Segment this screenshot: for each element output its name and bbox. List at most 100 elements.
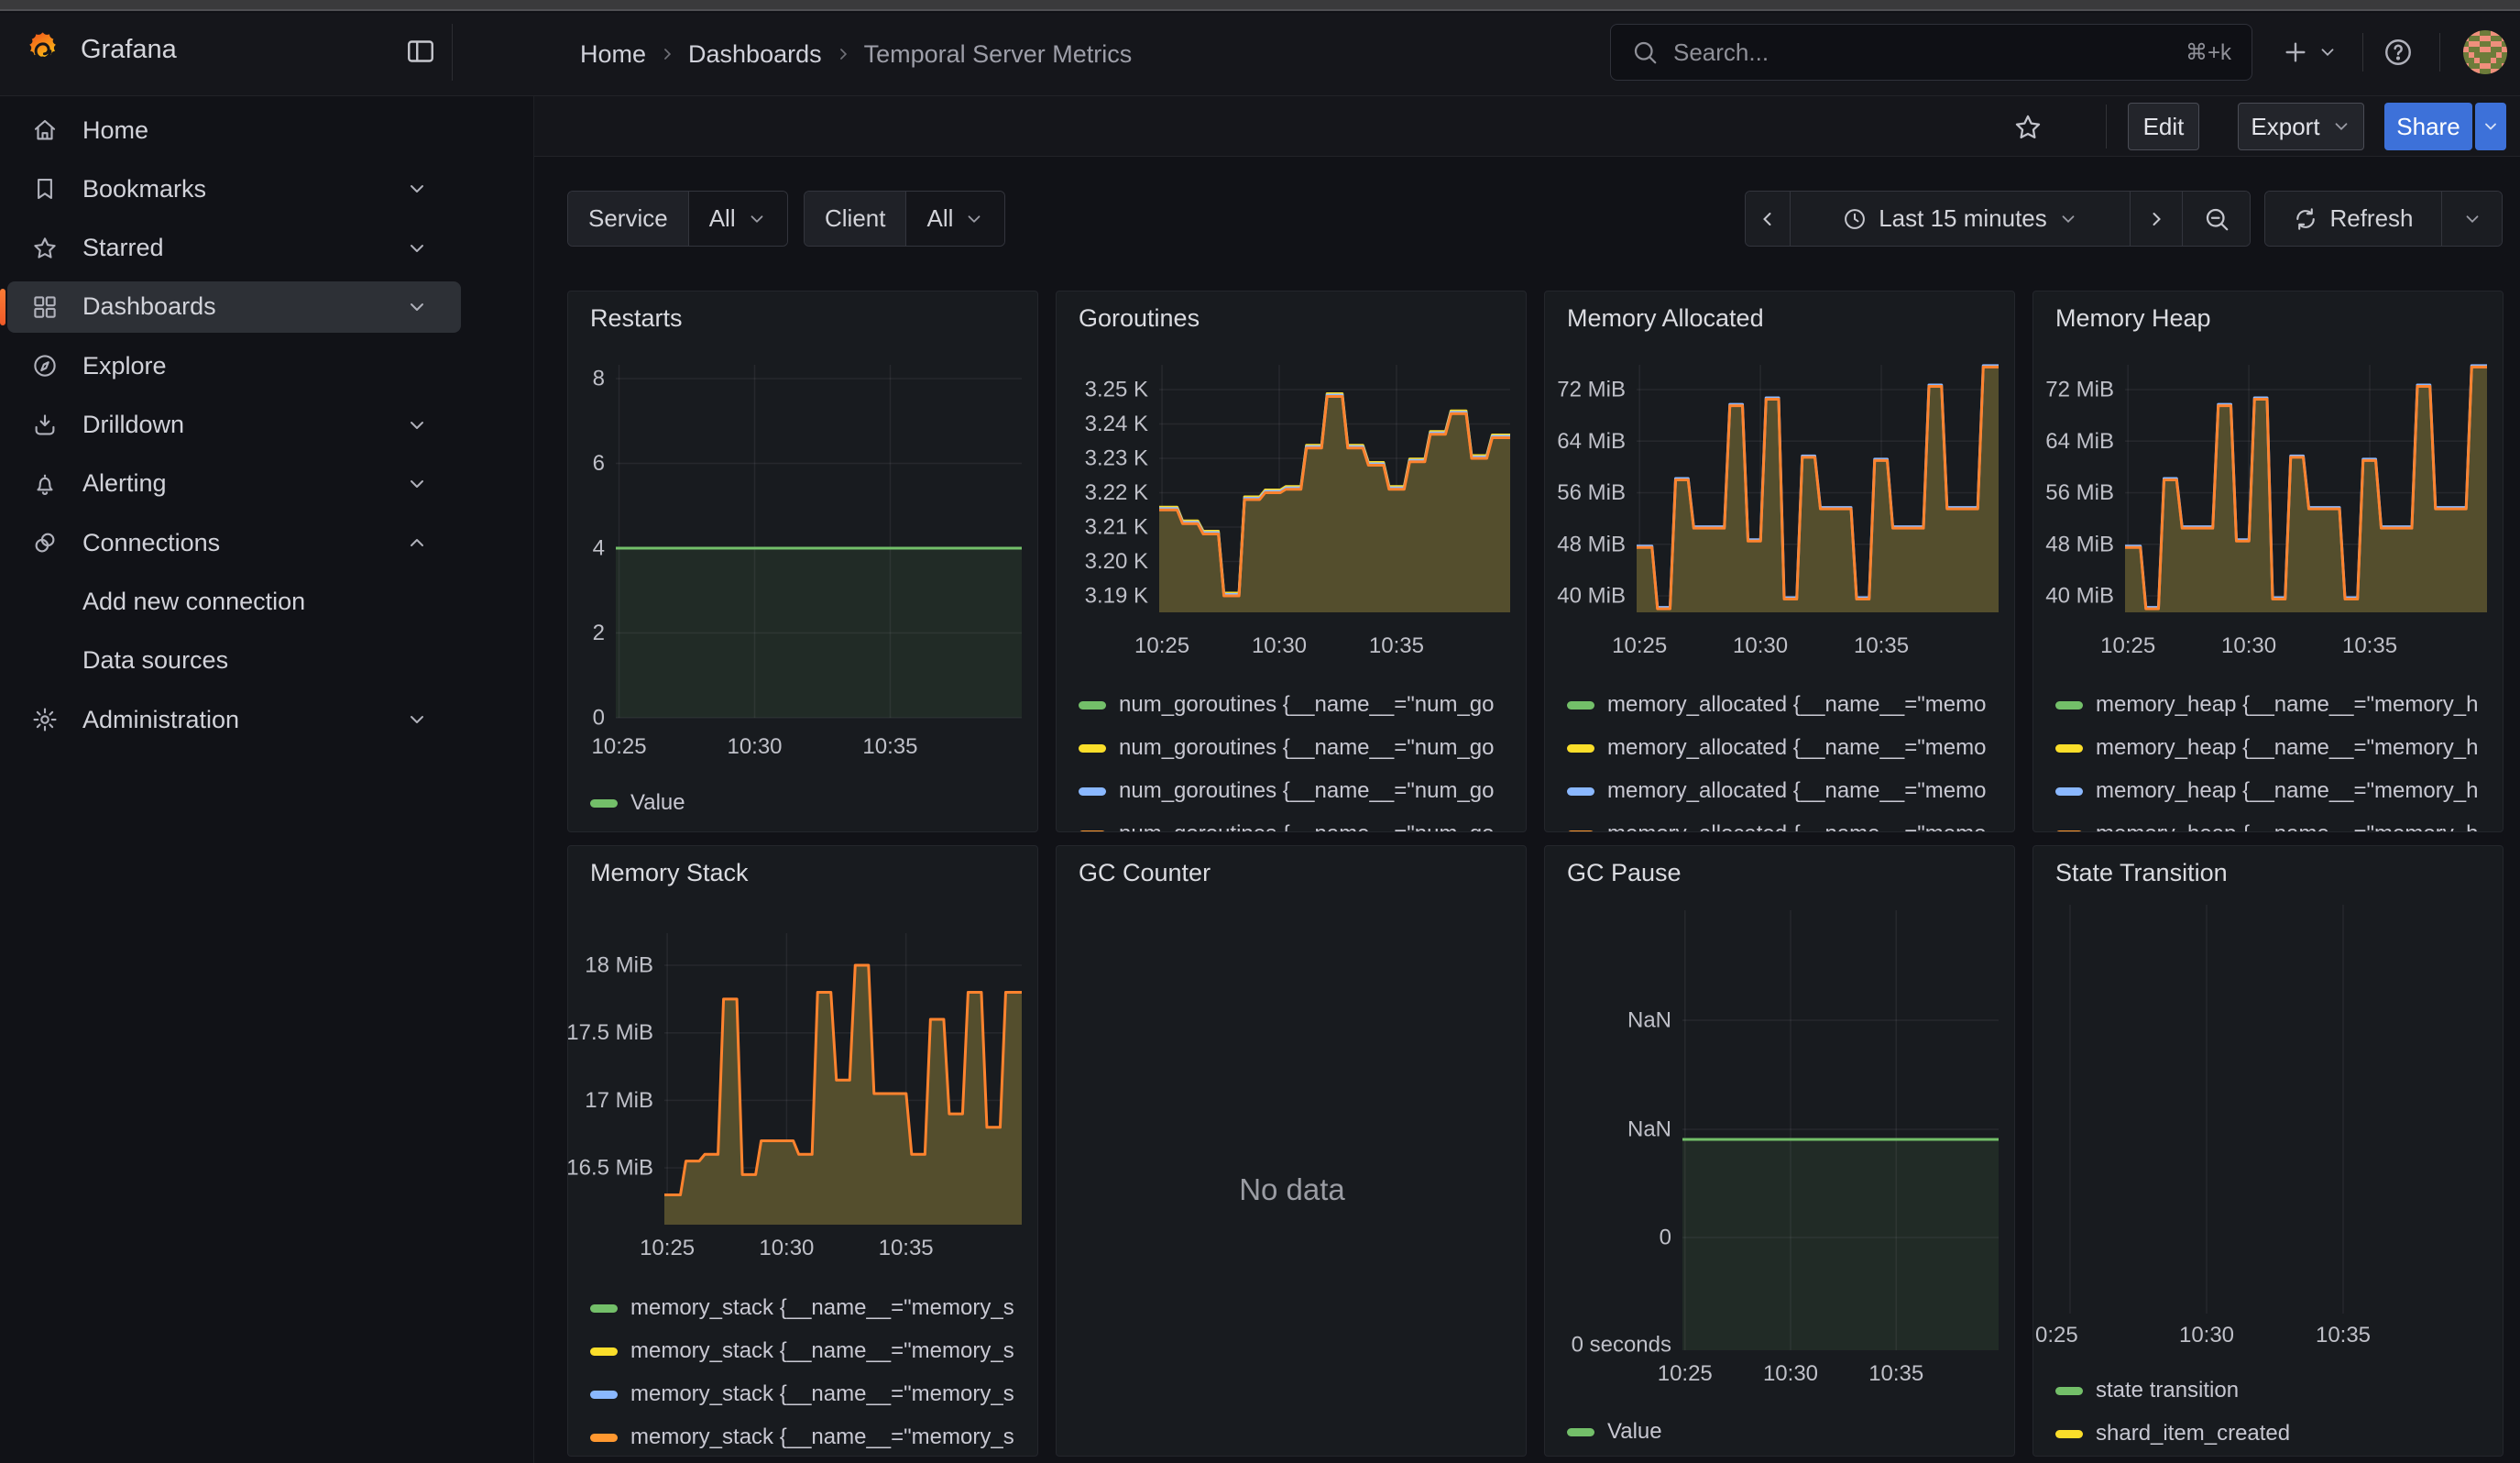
share-button[interactable]: Share [2384,103,2472,150]
sidebar-item-bookmarks[interactable]: Bookmarks [7,163,461,214]
share-button-label: Share [2396,113,2460,141]
chevron-down-icon [747,209,767,229]
panel-chart[interactable]: 18 MiB17.5 MiB17 MiB16.5 MiB10:2510:3010… [568,846,1038,1457]
legend-item[interactable]: memory_heap {__name__="memory_h [2055,778,2495,804]
sidebar-item-dashboards[interactable]: Dashboards [7,281,461,333]
legend-color [2055,787,2083,796]
sidebar-item-data-sources[interactable]: Data sources [7,635,461,687]
sidebar: Home Bookmarks Starred Dashboards Explore Dri… [0,96,534,1463]
time-forward-button[interactable] [2130,192,2182,246]
legend-item[interactable]: num_goroutines {__name__="num_go [1079,821,1518,832]
drilldown-icon [31,412,59,439]
legend-color [590,799,618,808]
y-axis-tick-label: 3.25 K [1085,378,1148,402]
avatar[interactable] [2463,30,2507,74]
sidebar-item-explore[interactable]: Explore [7,340,461,391]
legend-item[interactable]: memory_stack {__name__="memory_s [590,1338,1030,1364]
legend-color [1567,1428,1594,1436]
legend-label: num_goroutines {__name__="num_go [1119,778,1495,804]
export-button[interactable]: Export [2238,103,2364,150]
grafana-logo[interactable] [24,30,62,69]
legend-item[interactable]: memory_allocated {__name__="memo [1567,692,2007,718]
legend-label: memory_stack {__name__="memory_s [630,1295,1014,1321]
legend-color [1079,701,1106,710]
share-menu-button[interactable] [2475,103,2506,150]
zoom-out-button[interactable] [2182,192,2250,246]
refresh-button[interactable]: Refresh [2265,192,2441,246]
sidebar-collapse-icon[interactable] [401,32,440,71]
time-back-button[interactable] [1746,192,1790,246]
panel-title[interactable]: GC Counter [1079,859,1211,887]
chevron-down-icon [406,709,428,731]
panel-chart[interactable]: 0:2510:3010:35 [2033,846,2504,1457]
y-axis-tick-label: 0 [1660,1226,1671,1250]
sidebar-item-administration[interactable]: Administration [7,694,461,745]
breadcrumb-item[interactable]: Home [580,40,646,69]
panel-restarts: Restarts8642010:2510:3010:35Value [567,291,1038,832]
legend-item[interactable]: num_goroutines {__name__="num_go [1079,778,1518,804]
x-axis-tick-label: 10:30 [727,734,782,759]
refresh-interval-button[interactable] [2441,192,2502,246]
y-axis-tick-label: 18 MiB [585,953,653,978]
legend-item[interactable]: memory_allocated {__name__="memo [1567,821,2007,832]
y-axis-tick-label: 64 MiB [1557,429,1626,454]
legend-color [2055,701,2083,710]
legend-item[interactable]: memory_heap {__name__="memory_h [2055,735,2495,761]
x-axis-tick-label: 10:35 [2342,633,2397,658]
legend-item[interactable]: memory_heap {__name__="memory_h [2055,821,2495,832]
legend-item[interactable]: num_goroutines {__name__="num_go [1079,735,1518,761]
grid-icon [31,293,59,321]
filter-value: All [926,204,953,233]
legend-item[interactable]: memory_allocated {__name__="memo [1567,735,2007,761]
edit-button[interactable]: Edit [2128,103,2199,150]
time-range-picker[interactable]: Last 15 minutes [1790,192,2130,246]
legend-item[interactable]: memory_allocated {__name__="memo [1567,778,2007,804]
legend-item[interactable]: num_goroutines {__name__="num_go [1079,692,1518,718]
sidebar-item-label: Connections [82,529,220,557]
filter-value-dropdown[interactable]: All [688,192,787,246]
legend-item[interactable]: state transition [2055,1378,2495,1403]
add-button[interactable] [2281,29,2338,75]
legend-item[interactable]: Value [1567,1419,2007,1445]
sidebar-item-add-new-connection[interactable]: Add new connection [7,576,461,627]
legend-item[interactable]: memory_stack {__name__="memory_s [590,1424,1030,1450]
filter-value-dropdown[interactable]: All [905,192,1004,246]
sidebar-item-home[interactable]: Home [7,104,461,156]
filter-label: Client [805,192,905,246]
panel-chart[interactable]: NaNNaN00 seconds10:2510:3010:35 [1545,846,2015,1457]
star-icon [31,235,59,262]
y-axis-tick-label: 40 MiB [2045,584,2114,609]
sidebar-item-label: Data sources [82,646,228,675]
sidebar-item-alerting[interactable]: Alerting [7,458,461,510]
legend-item[interactable]: memory_heap {__name__="memory_h [2055,692,2495,718]
y-axis-tick-label: 0 [593,706,605,731]
panel-chart[interactable]: 8642010:2510:3010:35 [568,292,1038,832]
chevron-down-icon [406,414,428,436]
legend-color [590,1434,618,1442]
sidebar-item-connections[interactable]: Connections [7,517,461,568]
brand-title: Grafana [81,35,177,65]
bookmark-icon [31,175,59,203]
sidebar-item-drilldown[interactable]: Drilldown [7,400,461,451]
legend-label: memory_allocated {__name__="memo [1607,692,1986,718]
sidebar-item-starred[interactable]: Starred [7,223,461,274]
header-separator [2362,33,2363,72]
legend-item[interactable]: Value [590,790,1030,816]
search-input[interactable]: Search... ⌘+k [1610,24,2252,81]
x-axis-tick-label: 10:25 [592,734,647,759]
compass-icon [31,352,59,380]
breadcrumb-separator-icon [658,45,676,63]
x-axis-tick-label: 10:35 [1854,633,1909,658]
x-axis-tick-label: 10:35 [862,734,917,759]
x-axis-tick-label: 10:30 [2221,633,2276,658]
help-button[interactable] [2383,29,2414,75]
legend-item[interactable]: memory_stack {__name__="memory_s [590,1295,1030,1321]
y-axis-tick-label: 3.23 K [1085,446,1148,471]
legend-item[interactable]: shard_item_created [2055,1421,2495,1446]
favorite-star-icon[interactable] [2012,112,2043,143]
legend-label: memory_allocated {__name__="memo [1607,778,1986,804]
legend-item[interactable]: memory_stack {__name__="memory_s [590,1381,1030,1407]
x-axis-tick-label: 10:25 [640,1236,695,1260]
breadcrumb-item[interactable]: Dashboards [688,40,822,69]
legend-label: memory_allocated {__name__="memo [1607,821,1986,832]
